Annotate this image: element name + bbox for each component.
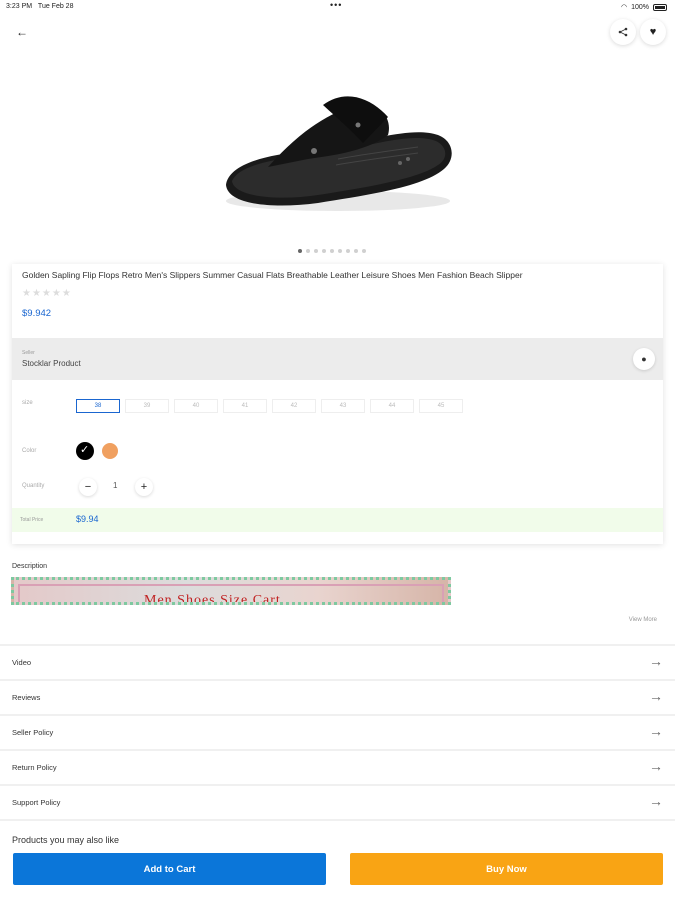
view-more-link[interactable]: View More xyxy=(629,617,657,623)
quantity-increment-button[interactable]: + xyxy=(135,478,153,496)
total-label: Total Price xyxy=(20,517,44,523)
section-label: Seller Policy xyxy=(12,728,54,737)
status-right: ◠ 100% xyxy=(621,3,667,11)
size-option[interactable]: 44 xyxy=(370,399,414,413)
favorite-button[interactable]: ♥ xyxy=(640,19,666,45)
size-label: size xyxy=(22,400,33,406)
product-card: Golden Sapling Flip Flops Retro Men's Sl… xyxy=(12,264,663,544)
section-return-policy[interactable]: Return Policy → xyxy=(0,749,675,783)
product-price: $9.942 xyxy=(22,308,52,319)
back-button[interactable]: ← xyxy=(9,19,35,45)
multitask-dots[interactable]: ••• xyxy=(330,0,342,10)
product-title: Golden Sapling Flip Flops Retro Men's Sl… xyxy=(22,270,523,280)
color-swatch-orange[interactable] xyxy=(102,443,118,459)
slipper-image xyxy=(225,96,452,211)
pager-dot[interactable] xyxy=(314,249,318,253)
quantity-decrement-button[interactable]: − xyxy=(79,478,97,496)
total-price-row: Total Price $9.94 xyxy=(12,508,663,532)
arrow-right-icon: → xyxy=(649,758,663,774)
pager-dot[interactable] xyxy=(306,249,310,253)
size-options: 38 39 40 41 42 43 44 45 xyxy=(76,399,463,413)
status-time: 3:23 PM Tue Feb 28 xyxy=(6,3,74,10)
section-support-policy[interactable]: Support Policy → xyxy=(0,784,675,818)
quantity-label: Quantity xyxy=(22,483,45,489)
color-label: Color xyxy=(22,448,37,454)
chat-button[interactable]: ● xyxy=(633,348,655,370)
battery-percent: 100% xyxy=(631,3,649,11)
battery-icon xyxy=(653,3,667,11)
size-option[interactable]: 42 xyxy=(272,399,316,413)
buy-now-button[interactable]: Buy Now xyxy=(350,853,663,885)
pager-dot[interactable] xyxy=(338,249,342,253)
arrow-right-icon: → xyxy=(649,723,663,739)
seller-name: Stocklar Product xyxy=(22,359,81,368)
rating-stars: ★★★★★ xyxy=(22,288,72,299)
quantity-value[interactable]: 1 xyxy=(113,481,117,490)
recommend-title: Products you may also like xyxy=(12,835,120,845)
seller-row[interactable]: Seller Stocklar Product ● xyxy=(12,338,663,380)
arrow-right-icon: → xyxy=(649,653,663,669)
pager-dot[interactable] xyxy=(362,249,366,253)
product-image[interactable] xyxy=(0,55,675,255)
size-option[interactable]: 43 xyxy=(321,399,365,413)
size-option[interactable]: 38 xyxy=(76,399,120,413)
section-reviews[interactable]: Reviews → xyxy=(0,679,675,713)
add-to-cart-button[interactable]: Add to Cart xyxy=(13,853,326,885)
color-swatch-black[interactable]: ✓ xyxy=(76,442,94,460)
pager-dot[interactable] xyxy=(330,249,334,253)
pager-dot[interactable] xyxy=(322,249,326,253)
minus-icon: − xyxy=(84,481,92,493)
divider xyxy=(0,819,675,821)
plus-icon: + xyxy=(140,481,148,493)
image-pager[interactable] xyxy=(298,249,366,253)
bottom-action-bar: Add to Cart Buy Now xyxy=(0,845,675,900)
section-label: Support Policy xyxy=(12,798,61,807)
share-icon xyxy=(618,27,628,37)
section-label: Return Policy xyxy=(12,763,57,772)
description-title: Description xyxy=(12,563,48,570)
status-bar: 3:23 PM Tue Feb 28 ••• ◠ 100% xyxy=(0,0,675,14)
chat-bubble-icon: ● xyxy=(641,354,647,364)
share-button[interactable] xyxy=(610,19,636,45)
description-banner: Men Shoes Size Cart xyxy=(11,577,451,605)
size-option[interactable]: 40 xyxy=(174,399,218,413)
pager-dot[interactable] xyxy=(354,249,358,253)
check-icon: ✓ xyxy=(80,444,90,456)
size-option[interactable]: 39 xyxy=(125,399,169,413)
wifi-icon: ◠ xyxy=(620,4,628,11)
section-label: Video xyxy=(12,658,32,667)
size-option[interactable]: 45 xyxy=(419,399,463,413)
arrow-right-icon: → xyxy=(649,688,663,704)
section-label: Reviews xyxy=(12,693,41,702)
pager-dot[interactable] xyxy=(298,249,302,253)
pager-dot[interactable] xyxy=(346,249,350,253)
arrow-right-icon: → xyxy=(649,793,663,809)
total-value: $9.94 xyxy=(76,514,99,524)
section-seller-policy[interactable]: Seller Policy → xyxy=(0,714,675,748)
back-arrow-icon: ← xyxy=(16,25,28,39)
seller-label: Seller xyxy=(22,350,35,356)
section-video[interactable]: Video → xyxy=(0,644,675,678)
banner-text: Men Shoes Size Cart xyxy=(144,593,281,605)
size-option[interactable]: 41 xyxy=(223,399,267,413)
heart-icon: ♥ xyxy=(649,26,657,38)
